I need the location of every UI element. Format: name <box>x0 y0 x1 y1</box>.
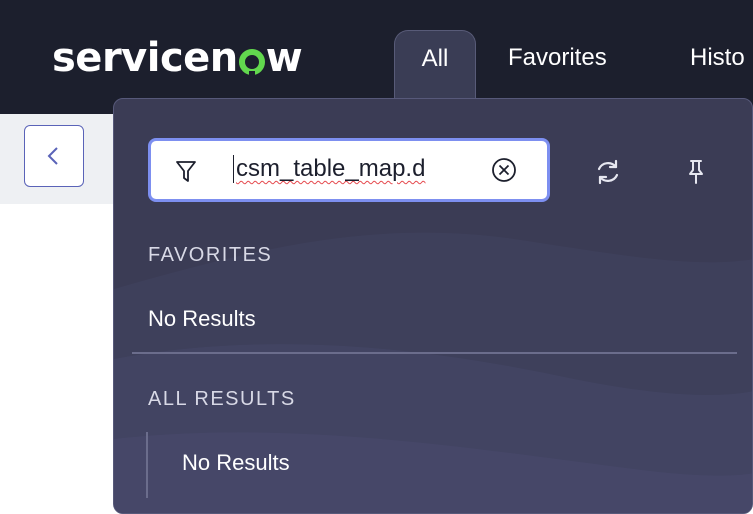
favorites-section-label: FAVORITES <box>148 244 273 266</box>
filter-input-value[interactable]: csm_table_map.d <box>233 155 425 183</box>
all-results-section-label: ALL RESULTS <box>148 388 296 410</box>
tab-all-label: All <box>421 45 449 72</box>
refresh-icon[interactable] <box>594 158 622 186</box>
section-divider <box>132 352 737 354</box>
all-results-no-results: No Results <box>182 450 290 475</box>
back-button[interactable] <box>24 125 84 187</box>
tab-favorites[interactable]: Favorites <box>508 44 607 72</box>
filter-icon <box>176 161 196 182</box>
results-tree-line <box>146 432 148 498</box>
tab-all[interactable]: All <box>394 30 476 106</box>
servicenow-logo[interactable]: servicen w <box>52 34 303 82</box>
filter-navigator-input[interactable]: csm_table_map.d <box>148 138 550 202</box>
pin-icon[interactable] <box>686 158 706 186</box>
top-nav-bar: servicen w All Favorites Histo <box>0 0 753 114</box>
tab-history[interactable]: Histo <box>690 44 745 72</box>
logo-o-mark <box>238 49 265 77</box>
chevron-left-icon <box>47 147 58 165</box>
clear-circle-icon[interactable] <box>491 157 517 183</box>
favorites-no-results: No Results <box>148 306 256 331</box>
